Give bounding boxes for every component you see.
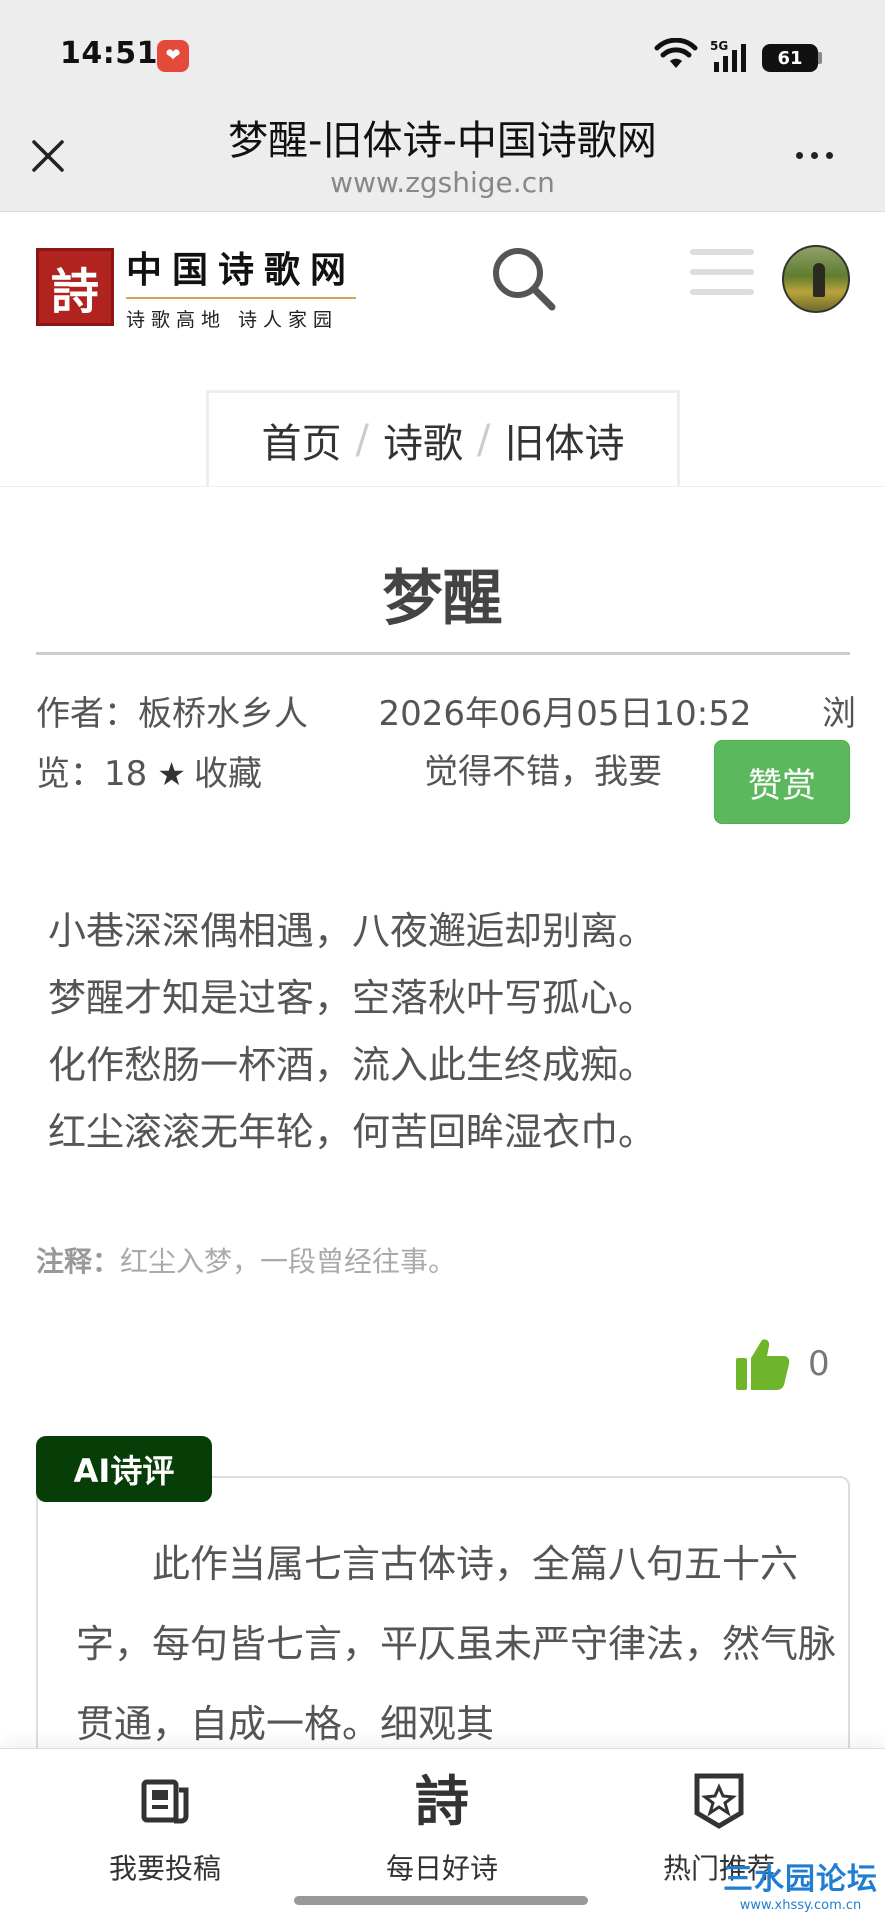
logo-divider xyxy=(126,297,356,299)
ai-review-tag: AI诗评 xyxy=(36,1436,212,1502)
poem-line: 小巷深深偶相遇，八夜邂逅却别离。 xyxy=(48,909,657,953)
praise-hint: 觉得不错，我要 xyxy=(424,752,662,792)
logo-name: 中国诗歌网 xyxy=(126,249,357,291)
poem-line: 化作愁肠一杯酒，流入此生终成痴。 xyxy=(48,1043,657,1087)
favorite-button[interactable]: 收藏 xyxy=(194,744,262,804)
nav-label: 每日好诗 xyxy=(385,1852,498,1885)
praise-button[interactable]: 赞赏 xyxy=(714,740,850,824)
nav-label: 我要投稿 xyxy=(108,1852,221,1885)
search-icon[interactable] xyxy=(490,245,558,313)
watermark: 三水园论坛 www.xhssy.com.cn xyxy=(723,1862,878,1913)
ai-review-text: 此作当属七言古体诗，全篇八句五十六字，每句皆七言，平仄虽未严守律法，然气脉贯通，… xyxy=(76,1542,837,1746)
status-bar: 14:51 ❤ 5G 61 xyxy=(0,0,885,100)
wifi-icon xyxy=(654,38,698,68)
breadcrumb-divider xyxy=(0,486,885,487)
poem-line: 红尘滚滚无年轮，何苦回眸湿衣巾。 xyxy=(48,1110,657,1154)
like-count: 0 xyxy=(808,1344,830,1384)
battery-icon: 61 xyxy=(762,44,818,72)
breadcrumb-separator: / xyxy=(477,416,491,463)
more-options-icon[interactable] xyxy=(796,152,833,159)
badge-star-icon xyxy=(694,1773,744,1829)
views-label-start: 浏 xyxy=(821,694,856,734)
author[interactable]: 作者：板桥水乡人 xyxy=(36,684,308,744)
publish-datetime: 2026年06月05日10:52 xyxy=(378,694,752,734)
views-count: 览：18 xyxy=(36,754,148,794)
poem-body: 小巷深深偶相遇，八夜邂逅却别离。 梦醒才知是过客，空落秋叶写孤心。 化作愁肠一杯… xyxy=(48,898,656,1166)
site-header: 詩 中国诗歌网 诗歌高地 诗人家园 xyxy=(0,213,885,333)
star-icon[interactable]: ★ xyxy=(157,744,186,804)
nav-daily-poem[interactable]: 詩 每日好诗 xyxy=(342,1769,542,1887)
battery-tip xyxy=(818,52,822,64)
logo-slogan: 诗歌高地 诗人家园 xyxy=(126,309,339,331)
avatar[interactable] xyxy=(782,245,850,313)
poem-line: 梦醒才知是过客，空落秋叶写孤心。 xyxy=(48,976,657,1020)
site-logo[interactable]: 詩 中国诗歌网 诗歌高地 诗人家园 xyxy=(36,241,356,332)
note-label: 注释： xyxy=(36,1245,121,1278)
signal-icon: 5G xyxy=(710,39,746,72)
menu-icon[interactable] xyxy=(690,249,754,309)
app-badge-icon: ❤ xyxy=(157,40,189,72)
like-control[interactable]: 0 xyxy=(734,1336,830,1392)
article-title: 梦醒 xyxy=(382,564,503,634)
submit-doc-icon xyxy=(141,1779,189,1824)
page-title: 梦醒-旧体诗-中国诗歌网 xyxy=(228,118,657,164)
poem-note: 注释：红尘入梦，一段曾经往事。 xyxy=(36,1240,456,1280)
status-time: 14:51 xyxy=(60,36,158,71)
nav-submit[interactable]: 我要投稿 xyxy=(65,1769,265,1887)
thumbs-up-icon[interactable] xyxy=(734,1336,790,1392)
title-divider xyxy=(36,652,850,655)
browser-title-bar: 梦醒-旧体诗-中国诗歌网 www.zgshige.cn xyxy=(0,100,885,212)
home-indicator[interactable] xyxy=(294,1896,588,1905)
svg-text:5G: 5G xyxy=(710,39,728,53)
note-text: 红尘入梦，一段曾经往事。 xyxy=(120,1245,457,1278)
breadcrumb-home[interactable]: 首页 xyxy=(262,411,342,469)
breadcrumb-separator: / xyxy=(355,416,369,463)
page-url: www.zgshige.cn xyxy=(330,166,555,199)
breadcrumb: 首页 / 诗歌 / 旧体诗 xyxy=(206,390,680,486)
breadcrumb-poetry[interactable]: 诗歌 xyxy=(383,411,463,469)
logo-seal-icon: 詩 xyxy=(36,247,114,326)
poem-glyph-icon: 詩 xyxy=(415,1769,469,1833)
breadcrumb-classical-poetry[interactable]: 旧体诗 xyxy=(504,411,624,469)
